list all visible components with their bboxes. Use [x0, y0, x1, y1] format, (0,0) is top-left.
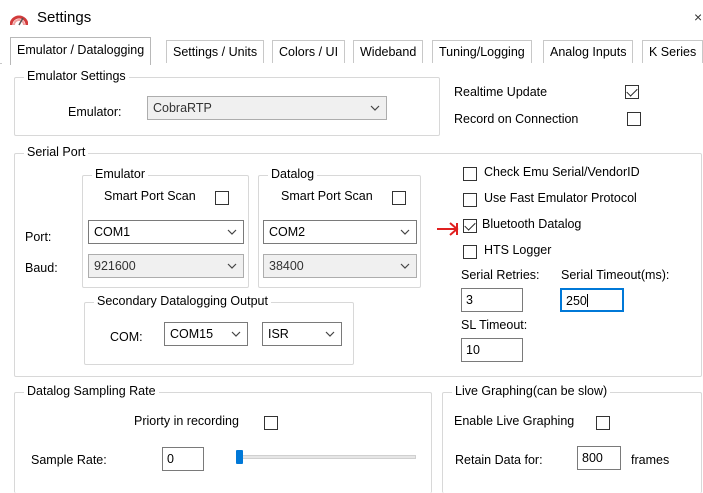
group-title: Secondary Datalogging Output	[94, 294, 271, 308]
chevron-down-icon	[227, 229, 237, 235]
tab-settings-units[interactable]: Settings / Units	[166, 40, 265, 64]
chevron-down-icon	[400, 263, 410, 269]
sl-timeout-label: SL Timeout:	[461, 318, 528, 332]
group-title: Datalog Sampling Rate	[24, 384, 159, 398]
sl-timeout-input[interactable]: 10	[461, 338, 523, 362]
emulator-baud-select[interactable]: 921600	[88, 254, 244, 278]
enable-live-graphing-label: Enable Live Graphing	[454, 414, 575, 428]
chevron-down-icon	[400, 229, 410, 235]
retain-data-input[interactable]: 800	[577, 446, 621, 470]
secondary-com-select[interactable]: COM15	[164, 322, 248, 346]
priority-recording-label: Priorty in recording	[134, 414, 239, 428]
record-on-connection-checkbox[interactable]	[627, 112, 641, 126]
tab-tuning-logging[interactable]: Tuning/Logging	[432, 40, 532, 64]
close-icon[interactable]: ×	[694, 9, 702, 25]
check-emu-serial-checkbox[interactable]	[463, 167, 477, 181]
tab-k-series[interactable]: K Series	[642, 40, 703, 64]
group-title: Emulator Settings	[24, 69, 129, 83]
priority-recording-checkbox[interactable]	[264, 416, 278, 430]
emulator-label: Emulator:	[68, 105, 122, 119]
chevron-down-icon	[227, 263, 237, 269]
chevron-down-icon	[370, 105, 380, 111]
enable-live-graphing-checkbox[interactable]	[596, 416, 610, 430]
retain-data-label: Retain Data for:	[455, 453, 543, 467]
live-graphing-group: Live Graphing(can be slow)	[442, 384, 702, 493]
tab-colors-ui[interactable]: Colors / UI	[272, 40, 346, 64]
com-label: COM:	[110, 330, 143, 344]
emulator-smart-port-scan-label: Smart Port Scan	[104, 189, 196, 203]
red-arrow-icon	[437, 222, 459, 236]
secondary-mode-select[interactable]: ISR	[262, 322, 342, 346]
baud-label: Baud:	[25, 261, 58, 275]
realtime-update-checkbox[interactable]	[625, 85, 639, 99]
check-emu-serial-label: Check Emu Serial/VendorID	[484, 165, 640, 179]
realtime-update-label: Realtime Update	[454, 85, 548, 99]
tab-emulator-datalogging[interactable]: Emulator / Datalogging	[10, 37, 152, 65]
sample-rate-slider-thumb[interactable]	[236, 450, 243, 464]
hts-logger-checkbox[interactable]	[463, 245, 477, 259]
port-label: Port:	[25, 230, 52, 244]
group-title: Serial Port	[24, 145, 89, 159]
tab-strip: Emulator / Datalogging Settings / Units …	[0, 36, 703, 65]
sample-rate-input[interactable]: 0	[162, 447, 204, 471]
record-on-connection-label: Record on Connection	[454, 112, 579, 126]
emulator-select[interactable]: CobraRTP	[147, 96, 387, 120]
chevron-down-icon	[231, 331, 241, 337]
title-bar: Settings ×	[0, 0, 703, 36]
group-title: Datalog	[268, 167, 318, 181]
text-caret	[586, 294, 588, 307]
serial-retries-label: Serial Retries:	[461, 268, 540, 282]
bluetooth-datalog-label: Bluetooth Datalog	[482, 217, 582, 231]
serial-retries-input[interactable]: 3	[461, 288, 523, 312]
group-title: Live Graphing(can be slow)	[452, 384, 611, 398]
sample-rate-label: Sample Rate:	[31, 453, 107, 467]
datalog-port-select[interactable]: COM2	[263, 220, 417, 244]
emulator-port-select[interactable]: COM1	[88, 220, 244, 244]
emulator-smart-port-scan-checkbox[interactable]	[215, 191, 229, 205]
settings-app-icon	[10, 15, 28, 26]
datalog-smart-port-scan-label: Smart Port Scan	[281, 189, 373, 203]
group-title: Emulator	[92, 167, 149, 181]
fast-emulator-protocol-label: Use Fast Emulator Protocol	[484, 191, 637, 205]
chevron-down-icon	[325, 331, 335, 337]
datalog-smart-port-scan-checkbox[interactable]	[392, 191, 406, 205]
window-title: Settings	[37, 9, 92, 26]
serial-timeout-label: Serial Timeout(ms):	[561, 268, 670, 282]
retain-unit-label: frames	[631, 453, 670, 467]
datalog-baud-select[interactable]: 38400	[263, 254, 417, 278]
hts-logger-label: HTS Logger	[484, 243, 552, 257]
bluetooth-datalog-checkbox[interactable]	[463, 219, 477, 233]
serial-timeout-input[interactable]: 250	[560, 288, 624, 312]
tab-analog-inputs[interactable]: Analog Inputs	[543, 40, 634, 64]
fast-emulator-protocol-checkbox[interactable]	[463, 193, 477, 207]
tab-wideband[interactable]: Wideband	[353, 40, 424, 64]
sample-rate-slider-track[interactable]	[236, 455, 416, 459]
datalog-sampling-group: Datalog Sampling Rate	[14, 384, 432, 493]
